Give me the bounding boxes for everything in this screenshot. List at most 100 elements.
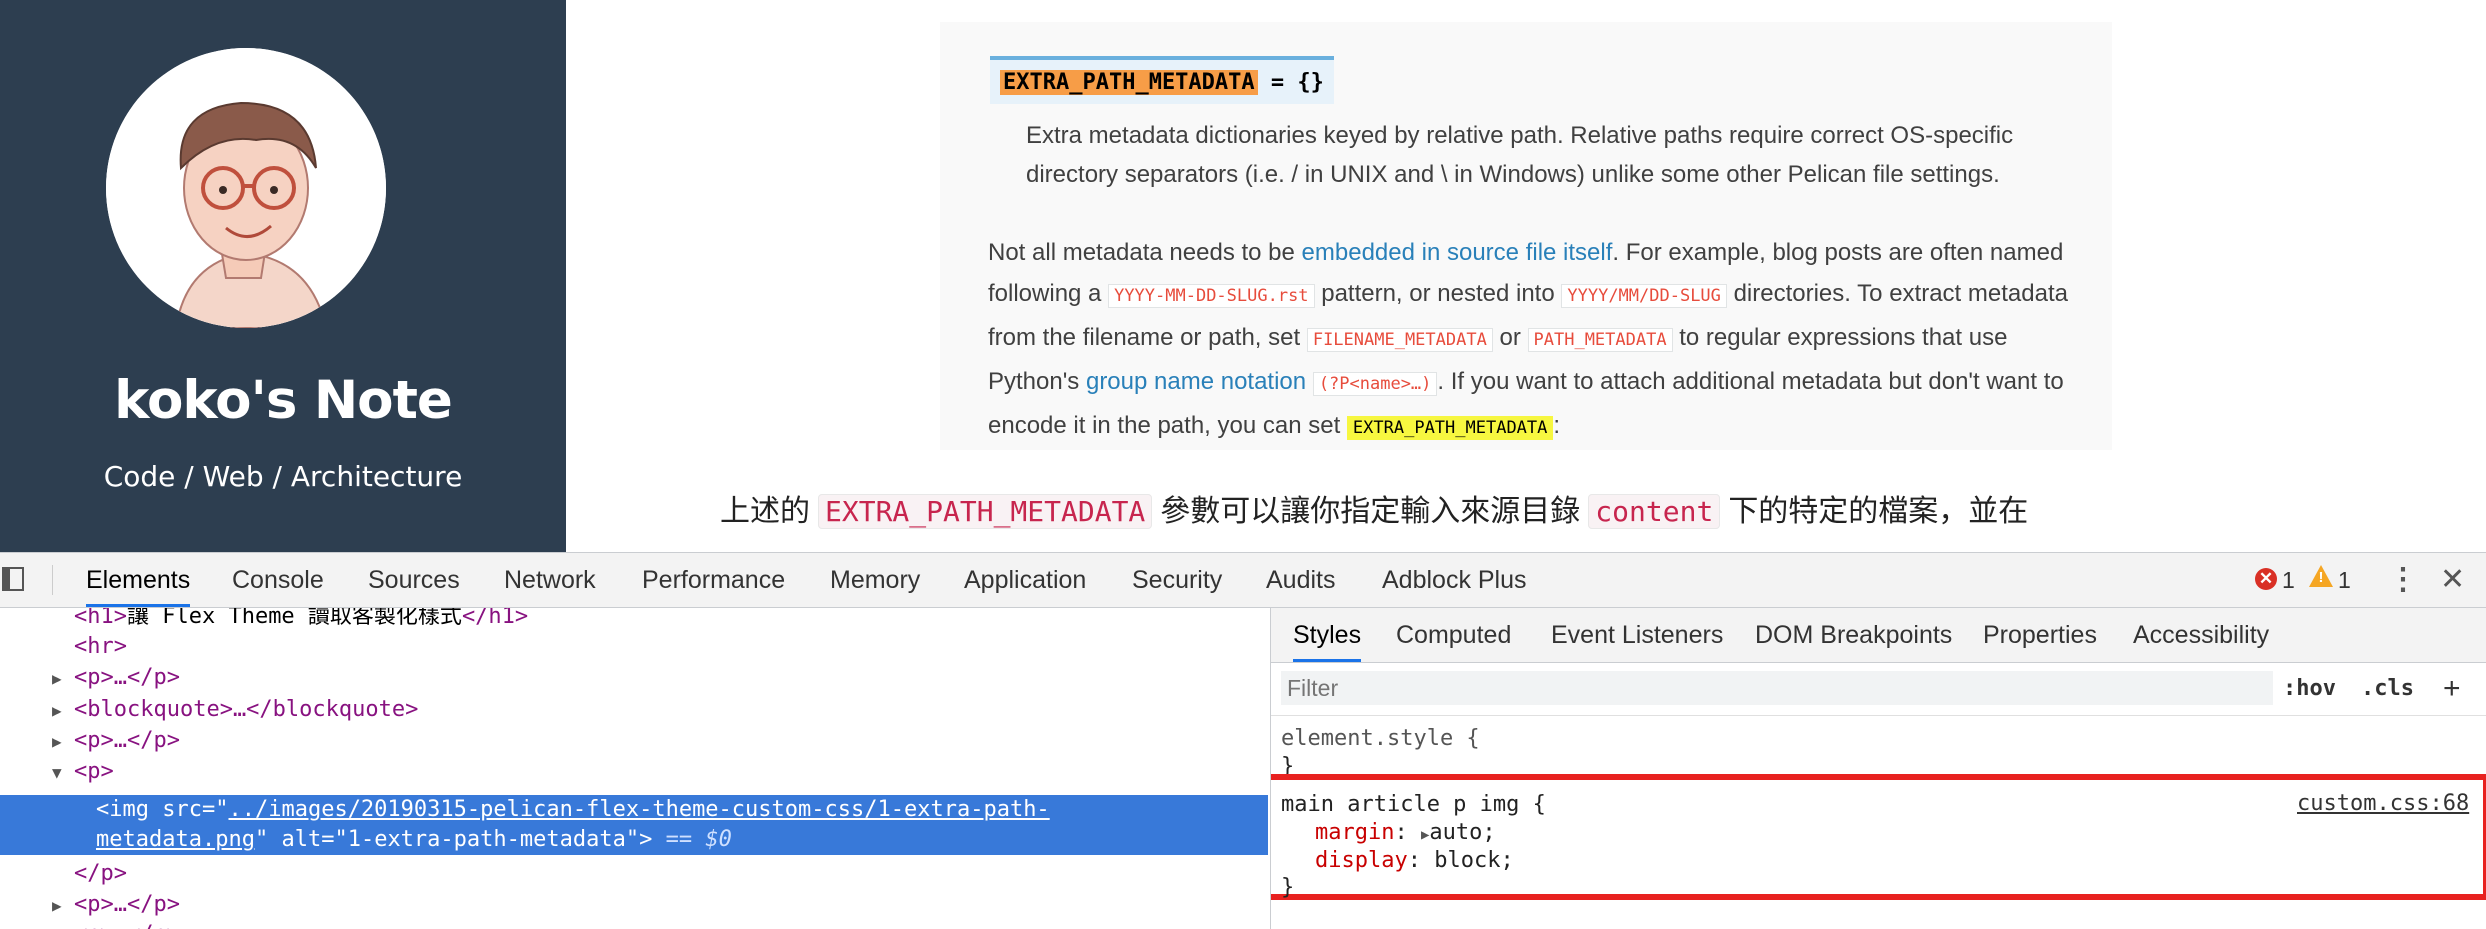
tab-memory[interactable]: Memory	[830, 553, 920, 607]
article-text: 下的特定的檔案，並在	[1728, 494, 2029, 529]
expand-triangle-icon[interactable]: ▶	[52, 727, 74, 757]
setting-heading: EXTRA_PATH_METADATA = {}	[990, 56, 1334, 104]
console-ref: == $0	[665, 827, 732, 852]
tab-sources[interactable]: Sources	[368, 553, 460, 607]
attr-quote: "	[625, 827, 640, 852]
inline-code: YYYY/MM/DD-SLUG	[1561, 284, 1727, 308]
avatar-illustration	[106, 48, 386, 328]
dom-node-p[interactable]: ▶<p>…</p>	[52, 890, 180, 920]
para-text: Not all metadata needs to be	[988, 239, 1302, 266]
tag-open: <h1>	[74, 608, 127, 629]
tab-accessibility[interactable]: Accessibility	[2133, 608, 2269, 662]
tab-computed[interactable]: Computed	[1396, 608, 1511, 662]
dom-node-p[interactable]: ▶<p>…</p>	[52, 663, 180, 693]
para-text	[1306, 368, 1313, 395]
inline-code: content	[1588, 494, 1721, 529]
inline-code: (?P<name>…)	[1312, 372, 1438, 396]
node-text: 讓 Flex Theme 讀取客製化樣式	[126, 608, 462, 629]
tab-elements[interactable]: Elements	[86, 553, 191, 607]
tag-close: </p>	[74, 861, 127, 886]
toolbar-divider	[52, 565, 53, 595]
tab-dom-breakpoints[interactable]: DOM Breakpoints	[1755, 608, 1952, 662]
property-value[interactable]: block;	[1434, 848, 1513, 873]
rule-selector[interactable]: main article p img {	[1281, 791, 1546, 819]
inline-code: PATH_METADATA	[1527, 328, 1673, 352]
attr-quote: "	[254, 827, 282, 852]
devtools-panel: Elements Console Sources Network Perform…	[0, 552, 2486, 929]
tab-performance[interactable]: Performance	[642, 553, 785, 607]
dom-node-hr[interactable]: <hr>	[74, 632, 127, 662]
site-subtitle: Code / Web / Architecture	[103, 460, 463, 493]
collapse-triangle-icon[interactable]: ▼	[52, 758, 74, 788]
tag-collapsed: <p>…</p>	[74, 665, 180, 690]
attr-eq: ="	[321, 827, 348, 852]
filter-input[interactable]	[1281, 671, 2273, 705]
tab-styles[interactable]: Styles	[1293, 608, 1362, 662]
expand-triangle-icon[interactable]: ▶	[52, 891, 74, 921]
src-link[interactable]: ../images/20190315-pelican-flex-theme-cu…	[228, 797, 1049, 822]
dom-node-h1[interactable]: <h1>讓 Flex Theme 讀取客製化樣式</h1>	[74, 608, 528, 632]
setting-value: = {}	[1257, 70, 1324, 95]
class-toggle[interactable]: .cls	[2361, 663, 2414, 715]
error-count[interactable]: 1	[2282, 553, 2295, 607]
inline-code: FILENAME_METADATA	[1306, 328, 1493, 352]
tag-collapsed: <p>…</p>	[74, 892, 180, 917]
element-style-selector[interactable]: element.style {	[1281, 725, 1480, 753]
dock-side-icon[interactable]	[2, 567, 24, 591]
tab-properties[interactable]: Properties	[1983, 608, 2097, 662]
dom-node-p[interactable]: ▶<p>…</p>	[52, 726, 180, 756]
selected-dom-node-img[interactable]: <img src="../images/20190315-pelican-fle…	[0, 795, 1268, 855]
dom-node-blockquote[interactable]: ▶ <blockquote>…</blockquote>	[52, 695, 418, 725]
tag-collapsed: <blockquote>…</blockquote>	[74, 697, 419, 722]
doc-link[interactable]: group name notation	[1086, 368, 1306, 395]
elements-tree: <h1>讓 Flex Theme 讀取客製化樣式</h1> <hr> ▶ <p>……	[0, 608, 1270, 929]
article-text: 上述的	[720, 494, 810, 529]
expand-triangle-icon[interactable]: ▶	[52, 696, 74, 726]
property-name[interactable]: margin	[1315, 820, 1394, 845]
warning-mark-icon: !	[2318, 569, 2324, 586]
tab-event-listeners[interactable]: Event Listeners	[1551, 608, 1723, 662]
dom-node-p-close[interactable]: </p>	[74, 859, 127, 889]
styles-sidebar: Styles Computed Event Listeners DOM Brea…	[1270, 608, 2486, 929]
tag-close: </h1>	[461, 608, 529, 629]
doc-link[interactable]: embedded in source file itself	[1302, 239, 1613, 266]
error-icon[interactable]: ✕	[2255, 568, 2277, 590]
filter-bar: :hov .cls +	[1271, 663, 2486, 716]
expand-triangle-icon[interactable]: ▶	[52, 664, 74, 694]
property-name[interactable]: display	[1315, 848, 1408, 873]
setting-name: EXTRA_PATH_METADATA	[1000, 70, 1258, 95]
inline-code: EXTRA_PATH_METADATA	[818, 494, 1153, 529]
dom-node-p-expanded[interactable]: ▼ <p>	[52, 757, 114, 787]
tag-open: <img	[96, 797, 163, 822]
inline-code: YYYY-MM-DD-SLUG.rst	[1108, 284, 1315, 308]
tab-console[interactable]: Console	[232, 553, 324, 607]
styles-subtabs: Styles Computed Event Listeners DOM Brea…	[1271, 608, 2486, 663]
doc-paragraph: Not all metadata needs to be embedded in…	[988, 232, 2088, 449]
tab-audits[interactable]: Audits	[1266, 553, 1335, 607]
avatar[interactable]	[106, 48, 386, 328]
tab-application[interactable]: Application	[964, 553, 1086, 607]
more-options-icon[interactable]: ⋮	[2388, 553, 2418, 607]
para-text: :	[1553, 412, 1561, 439]
tab-security[interactable]: Security	[1132, 553, 1222, 607]
tab-network[interactable]: Network	[504, 553, 596, 607]
src-link[interactable]: metadata.png	[96, 827, 255, 852]
tab-adblock-plus[interactable]: Adblock Plus	[1382, 553, 1527, 607]
property-value[interactable]: auto;	[1429, 820, 1495, 845]
blog-sidebar: koko's Note Code / Web / Architecture	[0, 0, 566, 552]
new-rule-icon[interactable]: +	[2443, 663, 2461, 715]
source-link[interactable]: custom.css:68	[2297, 791, 2469, 816]
attr-name: src	[162, 797, 202, 822]
devtools-toolbar: Elements Console Sources Network Perform…	[0, 553, 2486, 608]
warning-count[interactable]: 1	[2338, 553, 2351, 607]
site-title[interactable]: koko's Note	[0, 370, 566, 431]
article-text: 參數可以讓你指定輸入來源目錄	[1160, 494, 1581, 529]
hover-state-toggle[interactable]: :hov	[2283, 663, 2336, 715]
tag-collapsed: <p>…</p>	[74, 728, 180, 753]
attr-eq: ="	[201, 797, 229, 822]
css-declaration[interactable]: margin: ▶auto;	[1315, 819, 1496, 849]
css-declaration[interactable]: display: block;	[1315, 847, 1514, 875]
close-icon[interactable]: ✕	[2440, 553, 2465, 607]
tag-open: <p>	[74, 759, 114, 784]
attr-value: 1-extra-path-metadata	[347, 827, 626, 852]
